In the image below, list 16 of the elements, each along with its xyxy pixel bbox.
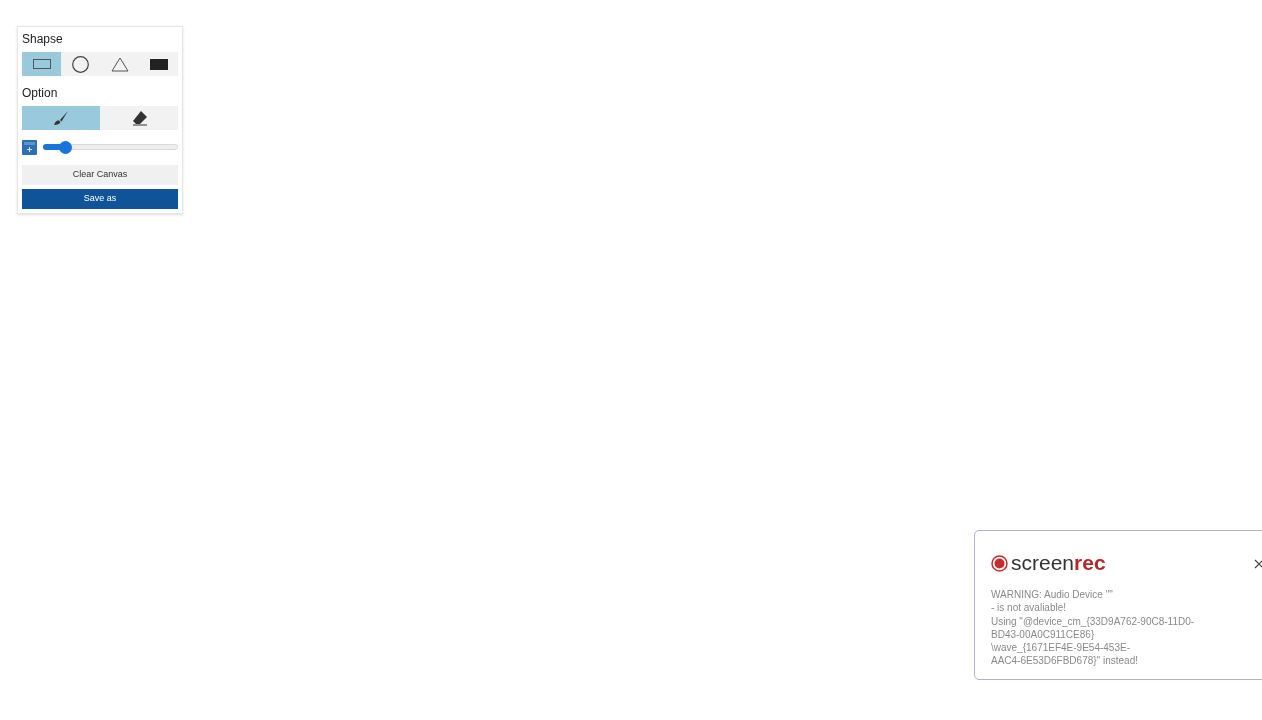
clear-canvas-button[interactable]: Clear Canvas bbox=[22, 165, 178, 185]
triangle-icon bbox=[110, 56, 129, 72]
color-picker-icon[interactable] bbox=[22, 139, 37, 155]
rectangle-icon bbox=[32, 59, 51, 69]
brush-size-slider[interactable] bbox=[43, 140, 178, 154]
close-icon bbox=[1254, 559, 1262, 569]
eraser-icon bbox=[130, 110, 148, 126]
circle-icon bbox=[72, 55, 89, 73]
logo-text: screenrec bbox=[1011, 551, 1106, 575]
filled-rectangle-icon bbox=[149, 58, 168, 70]
warning-message: WARNING: Audio Device "" - is not avaliable! Using "@device_cm_{33D9A762-90C8-11D0- BD43-00A0C911CE86} \wave_{1671EF4E-9E54-453E- AAC4-6E53D6FBD678}" instead! bbox=[991, 588, 1196, 668]
record-icon bbox=[991, 554, 1008, 572]
section-title: Option bbox=[22, 85, 59, 101]
close-button[interactable] bbox=[1252, 557, 1262, 571]
section-title: Shapse bbox=[22, 31, 64, 47]
save-as-button[interactable]: Save as bbox=[22, 189, 178, 209]
